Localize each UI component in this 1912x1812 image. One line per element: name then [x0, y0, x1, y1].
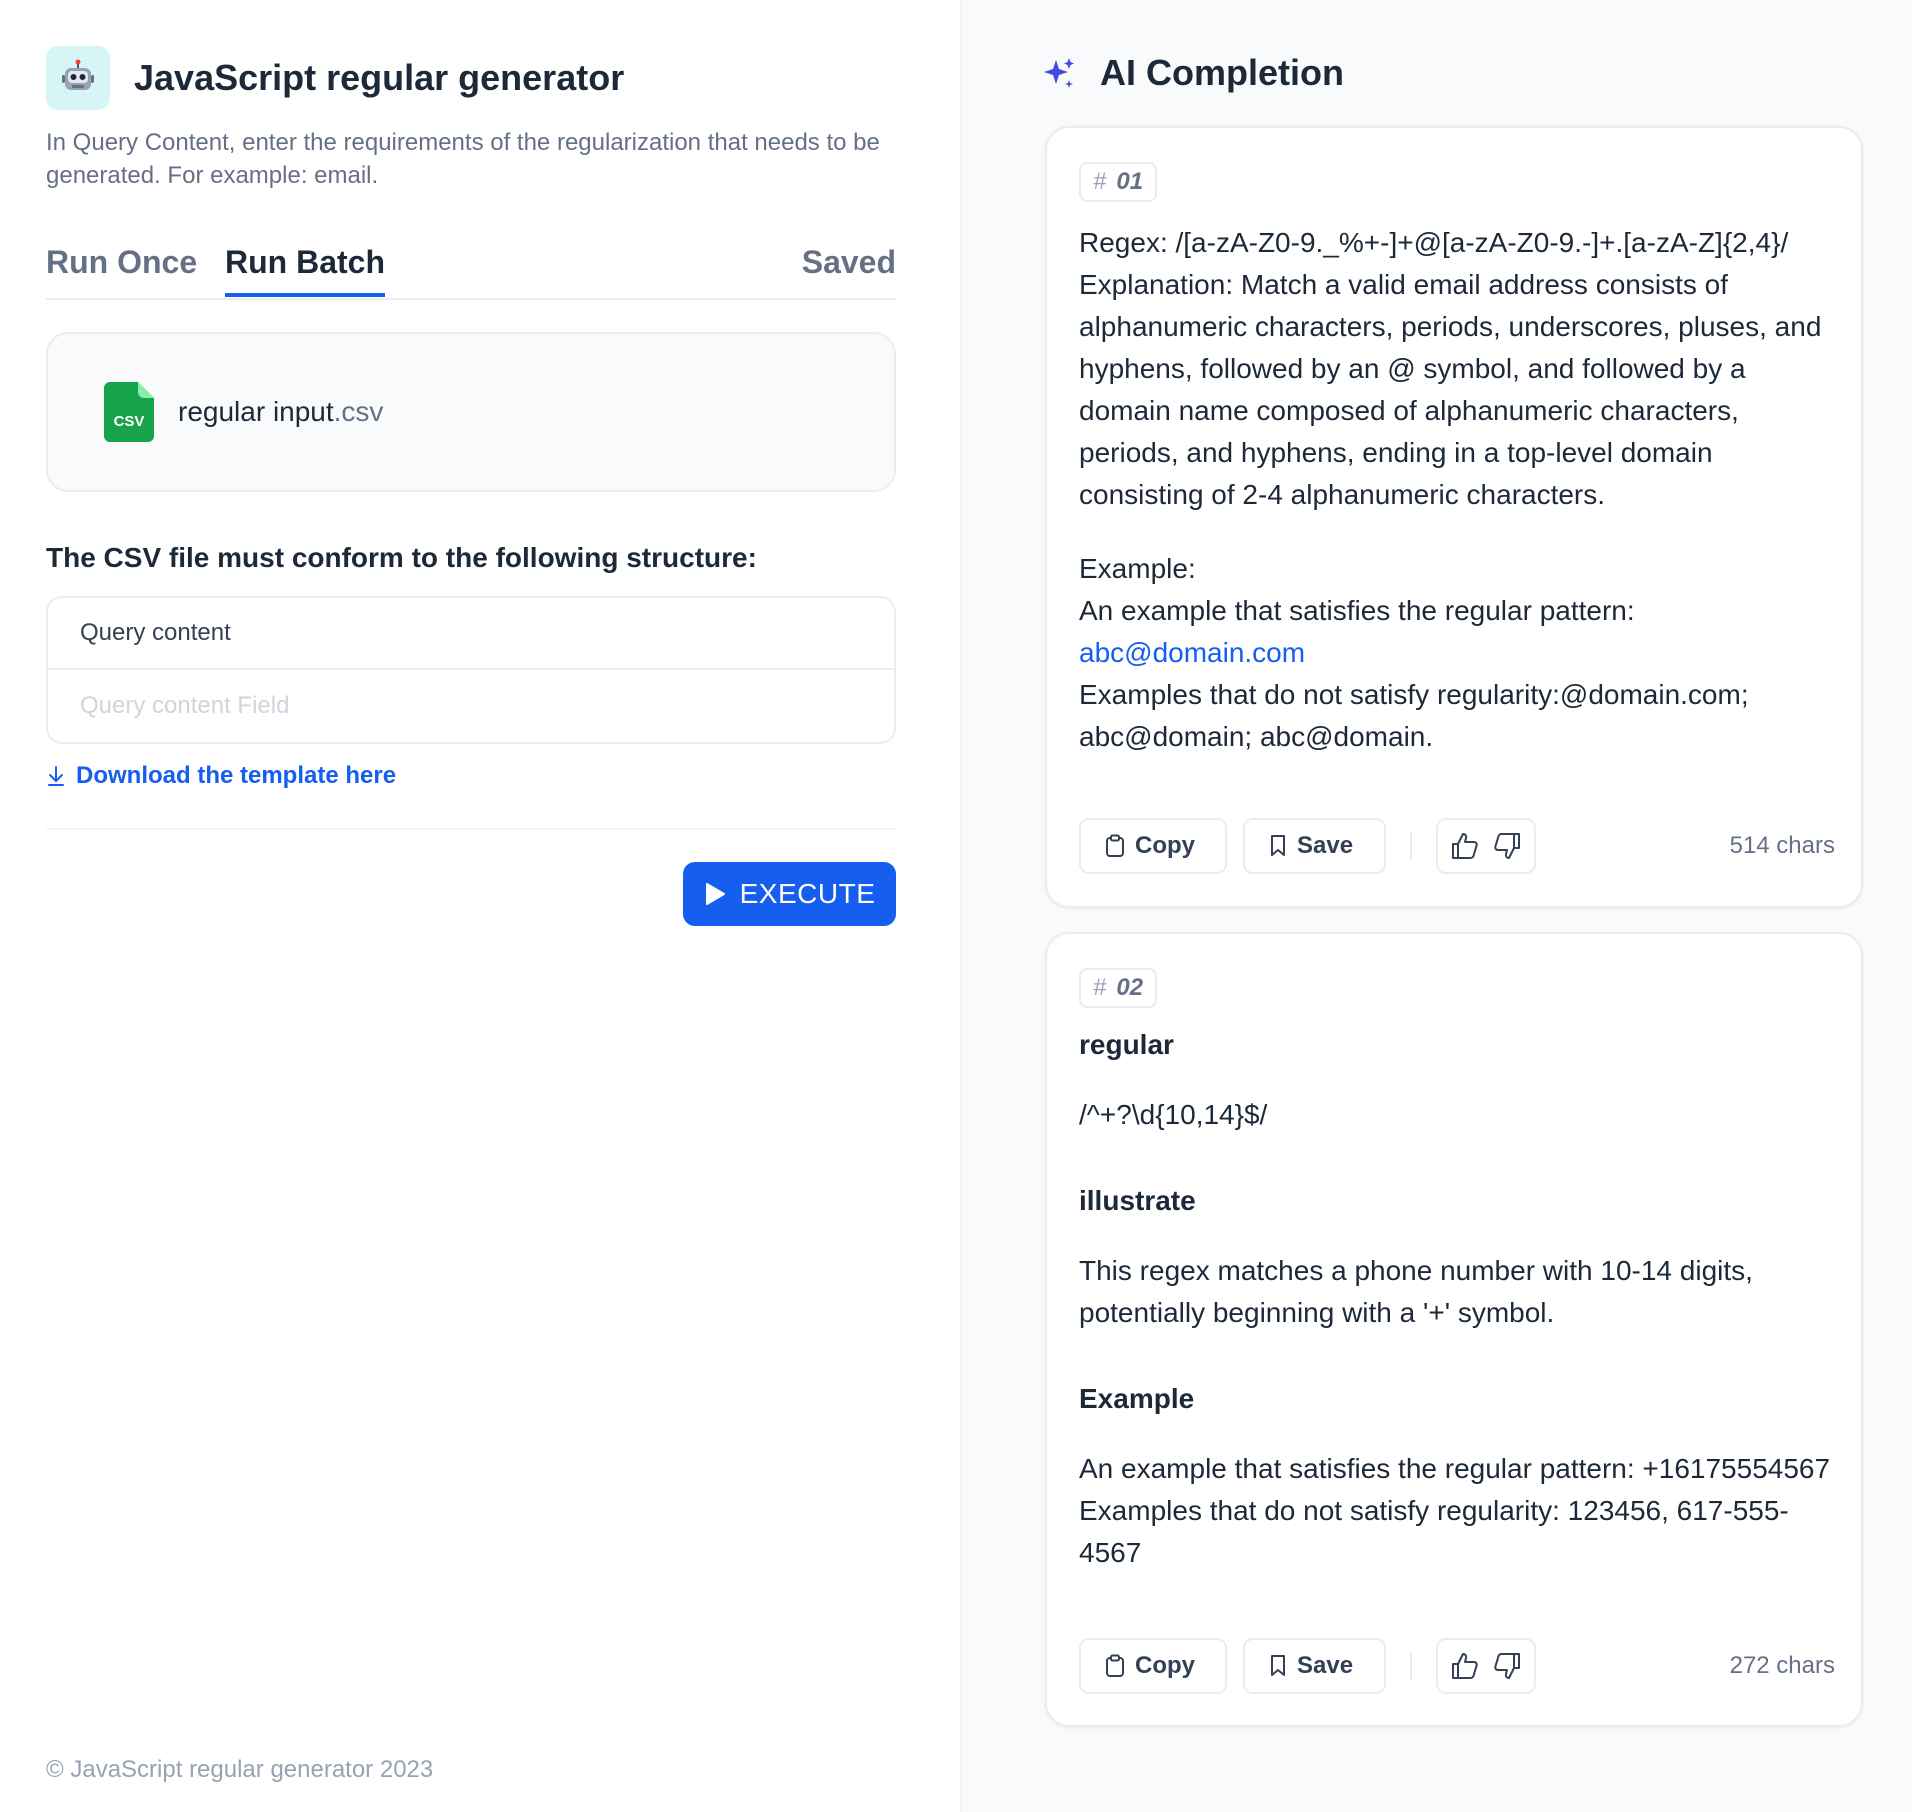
section-heading-example: Example	[1079, 1383, 1195, 1414]
result-actions: Copy Save 272 chars	[1079, 1638, 1835, 1694]
execute-label: EXECUTE	[739, 878, 876, 909]
feedback-group	[1436, 1638, 1536, 1694]
structure-table: Query content Query content Field	[46, 596, 896, 744]
char-count: 514 chars	[1729, 832, 1835, 859]
left-panel: JavaScript regular generator In Query Co…	[0, 0, 960, 1812]
copy-button[interactable]: Copy	[1079, 1638, 1227, 1694]
section-heading-regular: regular	[1079, 1029, 1174, 1060]
result-content: Regex: /[a-zA-Z0-9._%+-]+@[a-zA-Z0-9.-]+…	[1079, 222, 1839, 758]
actions-divider	[1410, 1652, 1412, 1680]
sparkle-icon	[1044, 58, 1074, 88]
result-card: # 02 regular /^+?\d{10,14}$/ illustrate …	[1045, 932, 1863, 1727]
result-index: 02	[1116, 974, 1144, 1001]
save-label: Save	[1297, 1652, 1354, 1679]
result-content: regular /^+?\d{10,14}$/ illustrate This …	[1079, 1024, 1839, 1574]
app-description: In Query Content, enter the requirements…	[46, 129, 880, 189]
copy-label: Copy	[1135, 832, 1195, 859]
copy-label: Copy	[1135, 1652, 1195, 1679]
regex-line: Regex: /[a-zA-Z0-9._%+-]+@[a-zA-Z0-9.-]+…	[1079, 227, 1789, 258]
play-icon	[705, 883, 725, 905]
divider	[46, 828, 896, 830]
actions-divider	[1410, 832, 1412, 860]
save-button[interactable]: Save	[1243, 1638, 1386, 1694]
thumbs-down-icon[interactable]	[1492, 1651, 1522, 1681]
regex-text: /^+?\d{10,14}$/	[1079, 1099, 1268, 1130]
explanation-text: Explanation: Match a valid email address…	[1079, 269, 1822, 510]
bookmark-icon	[1271, 1655, 1285, 1676]
structure-header: Query content	[48, 598, 894, 670]
mode-tabs: Run Once Run Batch Saved	[46, 236, 896, 300]
save-label: Save	[1297, 832, 1354, 859]
hash-icon: #	[1093, 974, 1107, 1001]
example-bad: Examples that do not satisfy regularity:…	[1079, 679, 1749, 752]
app-title: JavaScript regular generator	[134, 57, 625, 98]
result-index-badge: # 02	[1079, 968, 1158, 1008]
execute-button[interactable]: EXECUTE	[683, 862, 896, 926]
ai-completion-panel: AI Completion # 01 Regex: /[a-zA-Z0-9._%…	[960, 0, 1912, 1812]
example-bad: Examples that do not satisfy regularity:…	[1079, 1495, 1789, 1568]
tab-saved[interactable]: Saved	[802, 244, 896, 295]
section-heading-illustrate: illustrate	[1079, 1185, 1196, 1216]
svg-text:CSV: CSV	[114, 413, 145, 430]
file-name: regular input.csv	[178, 396, 383, 428]
result-index: 01	[1116, 168, 1144, 195]
robot-icon	[46, 46, 110, 110]
save-button[interactable]: Save	[1243, 818, 1386, 874]
char-count: 272 chars	[1729, 1652, 1835, 1679]
structure-title: The CSV file must conform to the followi…	[46, 542, 757, 573]
ai-title: AI Completion	[1100, 52, 1344, 93]
clipboard-icon	[1106, 834, 1124, 857]
file-name-base: regular input	[178, 396, 334, 427]
tab-run-batch[interactable]: Run Batch	[225, 244, 385, 297]
thumbs-down-icon[interactable]	[1492, 831, 1522, 861]
result-index-badge: # 01	[1079, 162, 1158, 202]
bookmark-icon	[1271, 835, 1285, 856]
result-card: # 01 Regex: /[a-zA-Z0-9._%+-]+@[a-zA-Z0-…	[1045, 126, 1863, 908]
clipboard-icon	[1106, 1654, 1124, 1677]
copy-button[interactable]: Copy	[1079, 818, 1227, 874]
csv-file-icon: CSV	[104, 382, 154, 442]
example-heading: Example:	[1079, 553, 1196, 584]
uploaded-file[interactable]: CSV regular input.csv	[46, 332, 896, 492]
example-email-link[interactable]: abc@domain.com	[1079, 637, 1305, 668]
hash-icon: #	[1093, 168, 1107, 195]
download-icon	[48, 766, 64, 786]
download-template-link[interactable]: Download the template here	[46, 762, 396, 790]
structure-field: Query content Field	[80, 692, 290, 719]
example-good: An example that satisfies the regular pa…	[1079, 1453, 1831, 1484]
thumbs-up-icon[interactable]	[1450, 831, 1480, 861]
file-extension: .csv	[333, 396, 384, 427]
app-header: JavaScript regular generator	[46, 46, 624, 110]
example-intro: An example that satisfies the regular pa…	[1079, 595, 1635, 626]
ai-header: AI Completion	[1042, 52, 1344, 94]
footer-copyright: © JavaScript regular generator 2023	[46, 1756, 434, 1783]
result-actions: Copy Save 514 chars	[1079, 818, 1835, 874]
feedback-group	[1436, 818, 1536, 874]
illustrate-text: This regex matches a phone number with 1…	[1079, 1255, 1753, 1328]
thumbs-up-icon[interactable]	[1450, 1651, 1480, 1681]
download-label: Download the template here	[76, 762, 397, 789]
tab-run-once[interactable]: Run Once	[46, 244, 197, 295]
